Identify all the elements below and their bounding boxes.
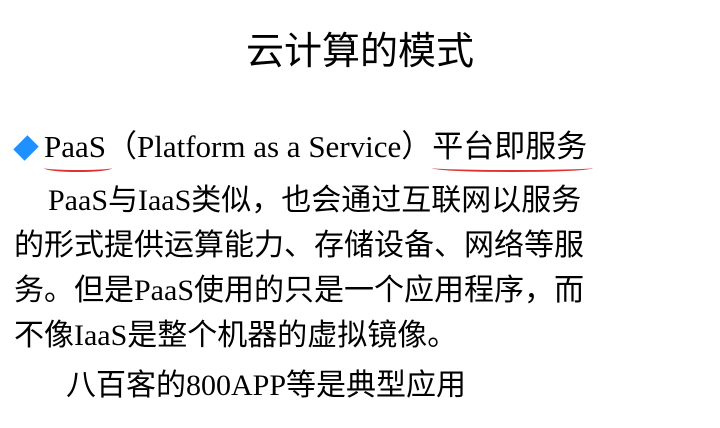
example-text: 八百客的800APP等是典型应用 [66,369,467,402]
bullet-term: PaaS [44,126,112,172]
bullet-expansion: （Platform as a Service） [106,129,433,164]
bullet-meaning: 平台即服务 [432,126,594,172]
paragraph-line: 务。但是PaaS使用的只是一个应用程序，而 [14,274,584,307]
description-paragraph: PaaS与IaaS类似，也会通过互联网以服务 的形式提供运算能力、存储设备、网络… [14,178,714,358]
paragraph-line: 的形式提供运算能力、存储设备、网络等服 [14,229,584,262]
slide-title: 云计算的模式 [245,31,474,73]
paragraph-line: 不像IaaS是整个机器的虚拟镜像。 [14,319,458,352]
bullet-heading: PaaS（Platform as a Service）平台即服务 [12,126,594,172]
paragraph-line: PaaS与IaaS类似，也会通过互联网以服务 [48,184,582,217]
diamond-bullet-icon [13,135,39,161]
